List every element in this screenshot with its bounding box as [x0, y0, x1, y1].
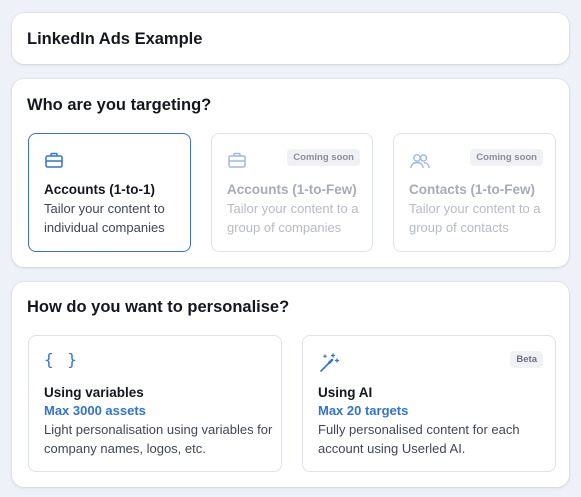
option-title: Accounts (1-to-Few) [227, 182, 357, 197]
coming-soon-badge: Coming soon [470, 149, 543, 166]
personalise-section: How do you want to personalise? { } Usin… [12, 282, 569, 487]
option-accounts-1-to-few[interactable]: Coming soon Accounts (1-to-Few) Tailor y… [211, 133, 373, 252]
option-contacts-1-to-few[interactable]: Coming soon Contacts (1-to-Few) Tailor y… [393, 133, 556, 252]
option-description: Light personalisation using variables fo… [44, 422, 273, 456]
option-description: Tailor your content to individual compan… [44, 201, 165, 235]
option-title: Using AI [318, 385, 373, 400]
option-accounts-1-to-1[interactable]: Accounts (1-to-1) Tailor your content to… [28, 133, 191, 252]
option-using-variables[interactable]: { } Using variables Max 3000 assets Ligh… [28, 335, 282, 472]
targeting-heading: Who are you targeting? [27, 96, 212, 114]
option-description: Tailor your content to a group of contac… [409, 201, 541, 235]
option-limit: Max 3000 assets [44, 403, 146, 418]
curly-braces-icon: { } [44, 350, 79, 369]
personalise-heading: How do you want to personalise? [27, 298, 290, 316]
option-title: Using variables [44, 385, 144, 400]
page-title: LinkedIn Ads Example [27, 30, 203, 48]
title-card: LinkedIn Ads Example [12, 13, 569, 64]
beta-badge: Beta [510, 351, 543, 368]
magic-wand-icon [320, 353, 340, 372]
option-description: Fully personalised content for each acco… [318, 422, 520, 456]
option-title: Accounts (1-to-1) [44, 182, 155, 197]
targeting-section: Who are you targeting? Accounts (1-to-1)… [12, 79, 569, 267]
option-description: Tailor your content to a group of compan… [227, 201, 359, 235]
briefcase-icon [228, 152, 246, 168]
option-limit: Max 20 targets [318, 403, 409, 418]
coming-soon-badge: Coming soon [287, 149, 360, 166]
option-title: Contacts (1-to-Few) [409, 182, 535, 197]
briefcase-icon [45, 152, 63, 168]
users-icon [410, 154, 430, 169]
option-using-ai[interactable]: Beta Using AI Max 20 targets Fully perso… [302, 335, 556, 472]
